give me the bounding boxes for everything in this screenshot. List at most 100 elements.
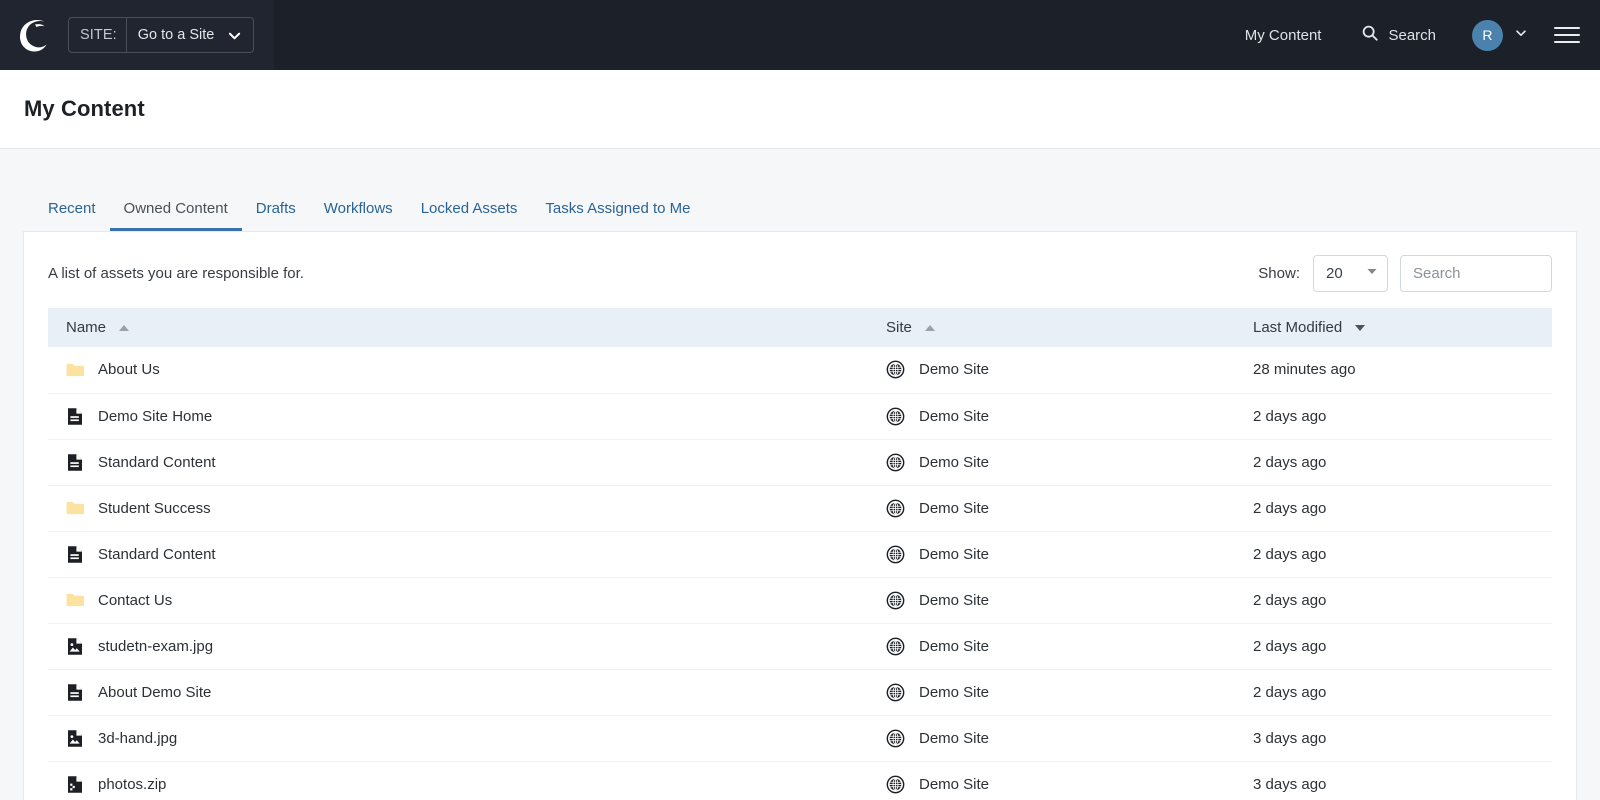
nav-search-button[interactable]: Search [1343,0,1454,70]
asset-name-link[interactable]: studetn-exam.jpg [98,638,213,655]
cell-site: Demo Site [868,577,1235,624]
asset-name-link[interactable]: Demo Site Home [98,408,212,425]
page-size-select[interactable]: 20 [1313,254,1388,292]
tab-tasks-assigned-to-me[interactable]: Tasks Assigned to Me [531,201,704,231]
cell-name: Standard Content [48,531,868,578]
content-area: Recent Owned Content Drafts Workflows Locked… [0,149,1600,800]
cell-site: Demo Site [868,485,1235,532]
site-group: Demo Site [886,453,1235,472]
tab-locked-assets[interactable]: Locked Assets [407,201,532,231]
owned-content-card: A list of assets you are responsible for… [23,231,1577,800]
cell-name: photos.zip [48,761,868,800]
tab-workflows[interactable]: Workflows [310,201,407,231]
globe-icon [886,407,905,426]
cell-last-modified: 3 days ago [1235,761,1552,800]
table-body: About Us Demo Site 28 minutes ago Demo Site… [48,347,1552,800]
asset-name-link[interactable]: Standard Content [98,454,216,471]
folder-icon [66,498,84,518]
nav-my-content[interactable]: My Content [1223,0,1344,70]
site-name: Demo Site [919,775,990,793]
column-header-site[interactable]: Site [868,308,1235,347]
cell-last-modified: 2 days ago [1235,393,1552,440]
asset-name-link[interactable]: About Demo Site [98,684,211,701]
folder-icon [66,360,84,380]
site-group: Demo Site [886,591,1235,610]
site-name: Demo Site [919,683,990,701]
globe-icon [886,545,905,564]
asset-name-group: About Demo Site [66,682,868,702]
globe-icon [886,499,905,518]
table-row[interactable]: studetn-exam.jpg Demo Site 2 days ago [48,623,1552,670]
asset-name-link[interactable]: 3d-hand.jpg [98,730,177,747]
site-group: Demo Site [886,360,1235,379]
cell-last-modified: 2 days ago [1235,623,1552,670]
tab-owned-content[interactable]: Owned Content [109,201,242,231]
site-selector[interactable]: SITE: Go to a Site [68,17,254,53]
table-row[interactable]: About Us Demo Site 28 minutes ago [48,347,1552,394]
site-selector-value: Go to a Site [137,27,215,43]
assets-table-wrapper: Name Site Last Modified About Us Demo Site 2… [24,308,1576,800]
cell-site: Demo Site [868,347,1235,394]
hamburger-line [1554,27,1580,29]
site-group: Demo Site [886,775,1235,794]
cascade-crescent-logo-icon[interactable] [12,14,54,56]
cell-name: About Us [48,347,868,394]
asset-name-group: Demo Site Home [66,406,868,426]
image-file-icon [66,728,84,748]
table-header-row: Name Site Last Modified [48,308,1552,347]
tab-bar: Recent Owned Content Drafts Workflows Locked… [23,149,1577,231]
tab-recent[interactable]: Recent [34,201,110,231]
asset-name-link[interactable]: photos.zip [98,776,166,793]
globe-icon [886,775,905,794]
table-row[interactable]: Standard Content Demo Site 2 days ago [48,439,1552,486]
cell-site: Demo Site [868,393,1235,440]
avatar: R [1472,19,1503,51]
site-name: Demo Site [919,729,990,747]
cell-last-modified: 2 days ago [1235,531,1552,578]
page-title: My Content [24,96,145,121]
chevron-down-icon [227,18,253,52]
table-row[interactable]: Student Success Demo Site 2 days ago [48,485,1552,532]
table-row[interactable]: Demo Site Home Demo Site 2 days ago [48,393,1552,440]
top-navigation-bar: SITE: Go to a Site My Content Search R [0,0,1600,70]
asset-name-link[interactable]: Student Success [98,500,211,517]
site-group: Demo Site [886,545,1235,564]
asset-name-group: studetn-exam.jpg [66,636,868,656]
asset-name-group: Standard Content [66,452,868,472]
hamburger-menu-icon[interactable] [1554,0,1580,70]
cell-last-modified: 3 days ago [1235,715,1552,762]
asset-name-group: Contact Us [66,590,868,610]
asset-name-link[interactable]: Standard Content [98,546,216,563]
table-row[interactable]: photos.zip Demo Site 3 days ago [48,761,1552,800]
asset-name-group: photos.zip [66,774,868,794]
cell-last-modified: 2 days ago [1235,577,1552,624]
hamburger-line [1554,41,1580,43]
table-row[interactable]: Standard Content Demo Site 2 days ago [48,531,1552,578]
asset-name-link[interactable]: Contact Us [98,592,172,609]
page-size-value: 20 [1326,264,1343,282]
cell-name: About Demo Site [48,669,868,716]
column-header-label: Site [886,319,912,336]
globe-icon [886,360,905,379]
asset-name-link[interactable]: About Us [98,361,160,378]
tab-drafts[interactable]: Drafts [242,201,310,231]
toolbar-controls: Show: 20 [1258,254,1552,292]
search-input[interactable] [1400,254,1552,292]
column-header-last-modified[interactable]: Last Modified [1235,308,1552,347]
table-row[interactable]: Contact Us Demo Site 2 days ago [48,577,1552,624]
cell-name: 3d-hand.jpg [48,715,868,762]
page-icon [66,544,84,564]
user-menu[interactable]: R [1454,0,1544,70]
table-row[interactable]: About Demo Site Demo Site 2 days ago [48,669,1552,716]
table-row[interactable]: 3d-hand.jpg Demo Site 3 days ago [48,715,1552,762]
cell-last-modified: 2 days ago [1235,485,1552,532]
sort-ascending-icon [119,324,130,331]
cell-name: studetn-exam.jpg [48,623,868,670]
folder-icon [66,590,84,610]
column-header-name[interactable]: Name [48,308,868,347]
page-icon [66,406,84,426]
asset-name-group: Student Success [66,498,868,518]
site-group: Demo Site [886,729,1235,748]
column-header-label: Name [66,319,107,336]
page-title-bar: My Content [0,70,1600,149]
